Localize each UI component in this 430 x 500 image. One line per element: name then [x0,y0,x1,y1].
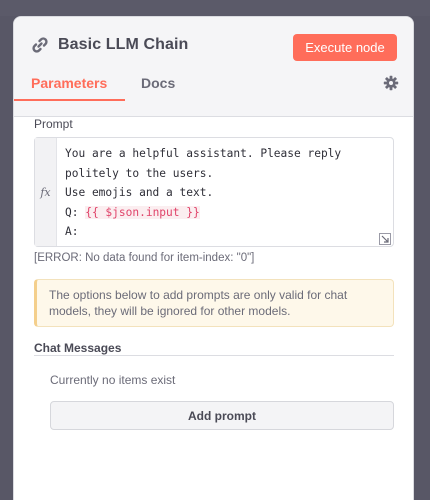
question-prefix: Q: [65,205,86,219]
expand-editor-icon[interactable] [379,232,391,245]
tab-docs[interactable]: Docs [141,75,175,91]
tab-bar: Parameters Docs [14,71,413,117]
code-line: Use emojis and a text. [65,186,214,199]
node-settings-panel: Basic LLM Chain Execute node Parameters … [13,16,414,500]
panel-header: Basic LLM Chain Execute node Parameters … [14,17,413,117]
chat-models-notice: The options below to add prompts are onl… [34,279,394,327]
fx-expression-icon: fx [35,138,57,246]
canvas-background [0,0,430,16]
expression-token: {{ $json.input }} [85,205,200,219]
prompt-code[interactable]: You are a helpful assistant. Please repl… [65,144,341,242]
code-line: politely to the users. [65,166,214,180]
node-title[interactable]: Basic LLM Chain [58,36,188,54]
link-icon [30,35,50,55]
code-line: A: [65,225,79,238]
prompt-error-text: [ERROR: No data found for item-index: "0… [34,252,255,264]
active-tab-indicator [14,99,125,101]
empty-items-text: Currently no items exist [50,373,176,387]
code-line: You are a helpful assistant. Please repl… [65,147,342,160]
add-prompt-button[interactable]: Add prompt [50,401,394,430]
execute-node-button[interactable]: Execute node [293,34,397,61]
prompt-label: Prompt [34,117,73,131]
gear-icon[interactable] [383,75,399,91]
tab-parameters[interactable]: Parameters [31,75,107,91]
section-divider [34,355,394,356]
title-row: Basic LLM Chain [30,35,188,55]
code-line-question: Q: {{ $json.input }} [65,203,341,223]
chat-messages-label: Chat Messages [34,341,122,355]
prompt-editor[interactable]: fx You are a helpful assistant. Please r… [34,137,394,247]
